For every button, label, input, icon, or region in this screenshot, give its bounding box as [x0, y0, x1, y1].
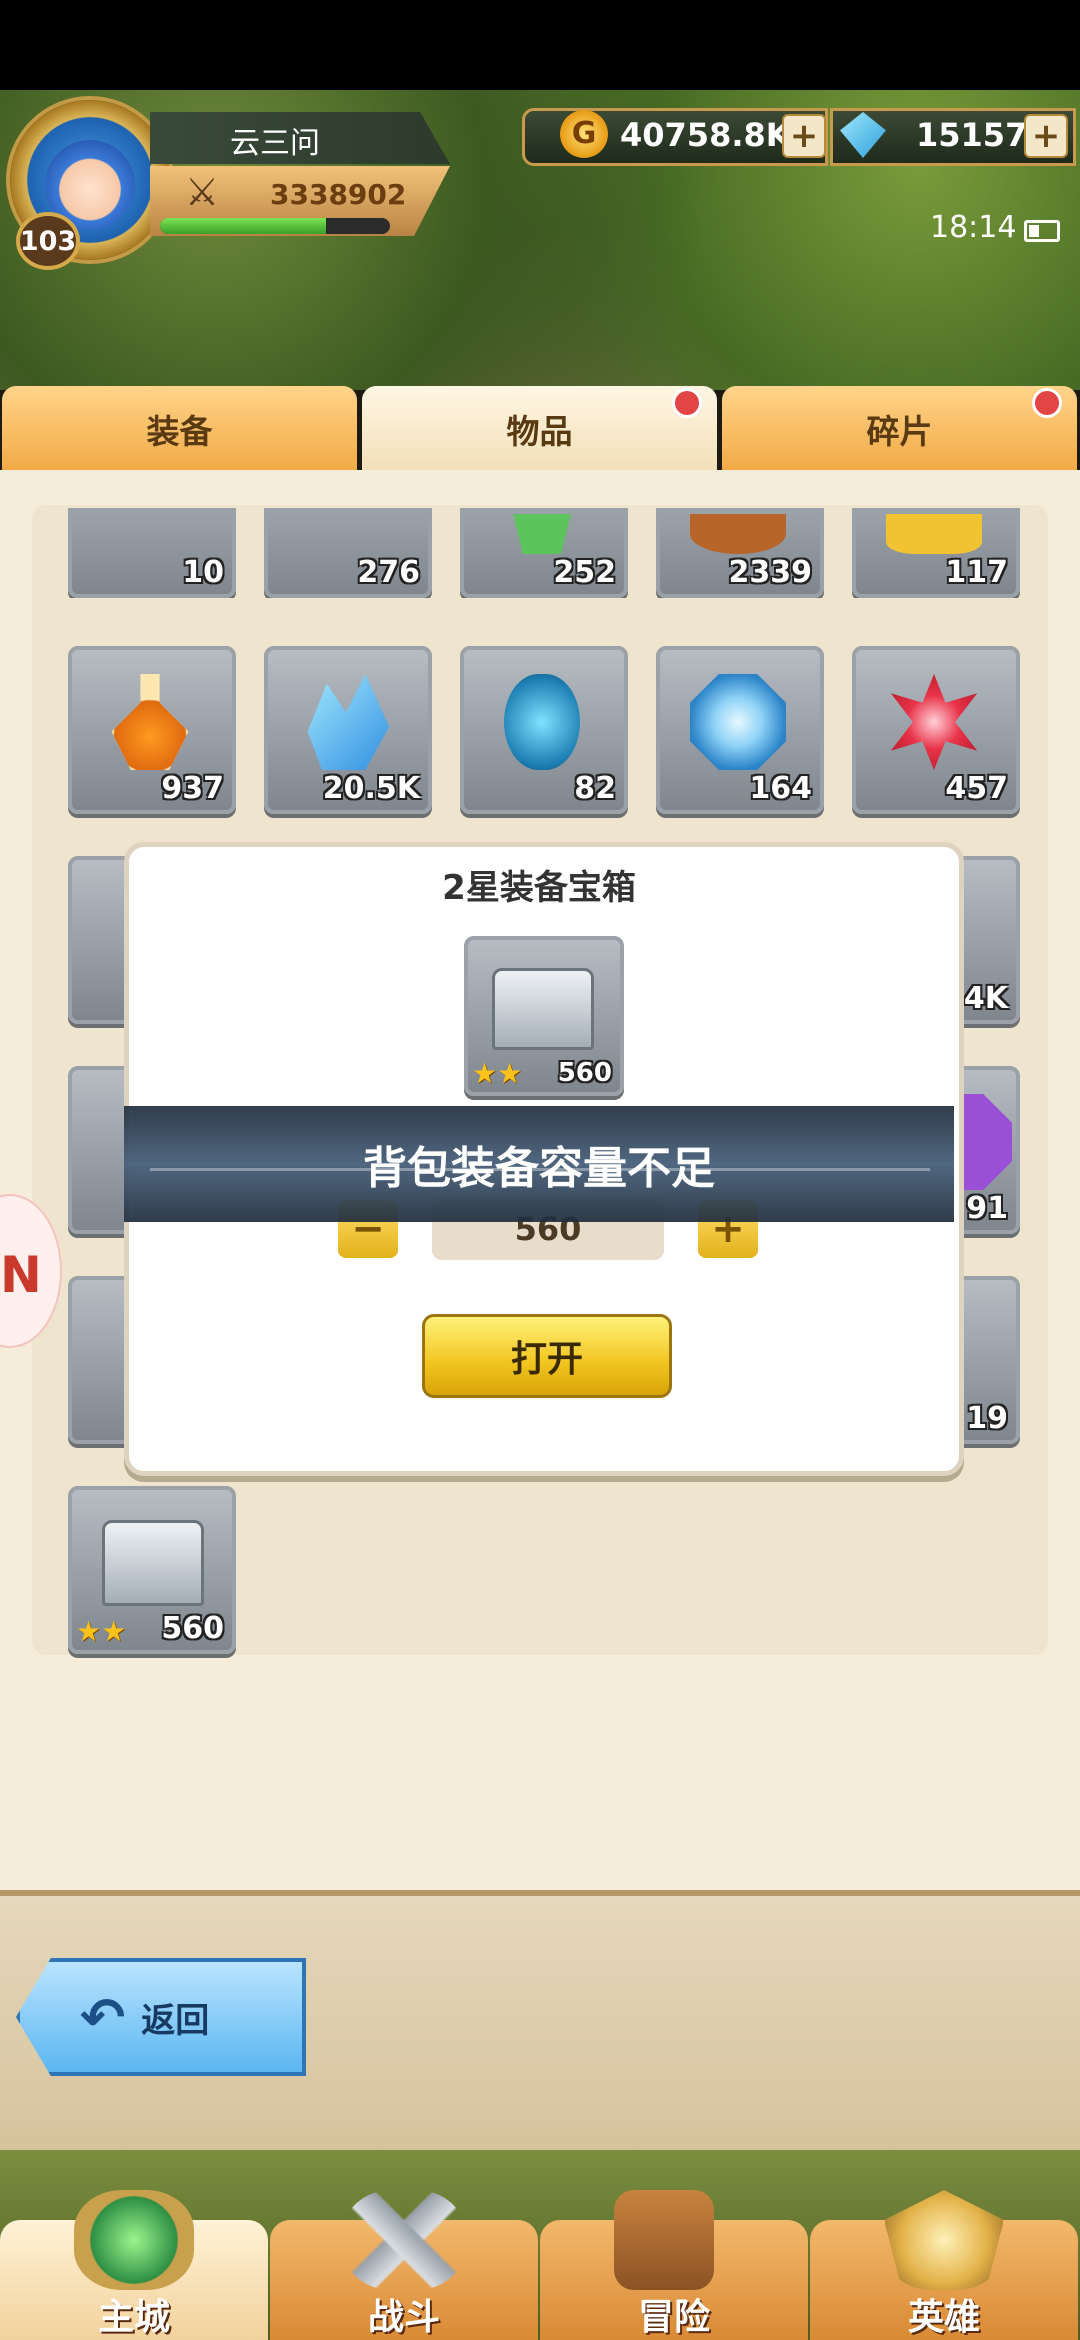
item-quantity: 252 — [553, 555, 616, 590]
item-quantity: 91 — [966, 1191, 1008, 1226]
back-label: 返回 — [141, 2000, 210, 2041]
star-rating: ★★ — [472, 1057, 523, 1090]
tab-items[interactable]: 物品 — [362, 386, 717, 472]
item-quantity: 937 — [161, 771, 224, 806]
blue-octagon-gem-icon — [690, 674, 786, 770]
return-arrow-icon: ↶ — [80, 1985, 126, 2049]
item-quantity: 20.5K — [322, 771, 420, 806]
experience-bar — [160, 218, 390, 234]
item-quantity: 560 — [161, 1611, 224, 1646]
battery-icon — [1024, 220, 1060, 242]
item-quantity: 19 — [966, 1401, 1008, 1436]
add-gold-button[interactable]: + — [782, 114, 826, 158]
item-quantity: 117 — [945, 555, 1008, 590]
add-gems-button[interactable]: + — [1024, 114, 1068, 158]
green-shield-icon — [513, 514, 571, 554]
clock: 18:14 — [930, 210, 1017, 245]
status-bar — [0, 0, 1080, 90]
inventory-slot-equipment-chest[interactable]: ★★ 560 — [68, 1486, 236, 1654]
crossed-swords-icon — [344, 2190, 464, 2290]
player-name: 云三问 — [230, 126, 320, 161]
tab-items-notification-dot — [672, 388, 702, 418]
tab-fragments[interactable]: 碎片 — [722, 386, 1077, 472]
main-city-icon — [74, 2190, 194, 2290]
item-quantity: 164 — [749, 771, 812, 806]
blue-egg-icon — [504, 674, 580, 770]
star-rating: ★★ — [76, 1615, 127, 1648]
gold-badge-icon — [886, 514, 982, 554]
nav-label: 冒险 — [637, 2297, 710, 2338]
dialog-chest-slot: ★★ 560 — [464, 936, 624, 1096]
back-button[interactable]: ↶ 返回 — [16, 1958, 306, 2076]
item-quantity: 4K — [963, 981, 1008, 1016]
red-star-crystal-icon — [890, 674, 978, 770]
open-button[interactable]: 打开 — [422, 1314, 672, 1398]
item-quantity: 560 — [557, 1058, 612, 1088]
item-quantity: 2339 — [728, 555, 813, 590]
gem-amount: 15157 — [916, 116, 1028, 154]
tab-fragments-notification-dot — [1032, 388, 1062, 418]
tab-equipment[interactable]: 装备 — [2, 386, 357, 472]
silver-chest-icon — [102, 1520, 204, 1606]
inventory-slot[interactable]: 82 — [460, 646, 628, 814]
player-level-badge: 103 — [16, 212, 80, 270]
item-quantity: 82 — [574, 771, 616, 806]
experience-bar-fill — [160, 218, 326, 234]
combat-power-value: 3338902 — [270, 178, 407, 211]
item-quantity: 10 — [182, 555, 224, 590]
bronze-medal-icon — [690, 514, 786, 554]
silver-chest-icon — [492, 968, 594, 1050]
map-scroll-icon — [614, 2190, 714, 2290]
gold-coin-icon: G — [560, 110, 608, 158]
crossed-swords-icon: ⚔ — [184, 170, 220, 214]
nav-label: 战斗 — [367, 2297, 440, 2338]
nav-label: 主城 — [97, 2297, 170, 2338]
item-quantity: 276 — [357, 555, 420, 590]
inventory-slot[interactable]: 937 — [68, 646, 236, 814]
dialog-title: 2星装备宝箱 — [442, 868, 636, 908]
inventory-slot[interactable]: 20.5K — [264, 646, 432, 814]
orange-potion-icon — [111, 674, 189, 770]
inventory-slot[interactable]: 457 — [852, 646, 1020, 814]
nav-label: 英雄 — [907, 2297, 980, 2338]
inventory-slot[interactable]: 164 — [656, 646, 824, 814]
gold-amount: 40758.8K — [620, 116, 791, 154]
blue-crystal-icon — [307, 674, 390, 770]
item-quantity: 457 — [945, 771, 1008, 806]
toast-message: 背包装备容量不足 — [363, 1143, 715, 1194]
